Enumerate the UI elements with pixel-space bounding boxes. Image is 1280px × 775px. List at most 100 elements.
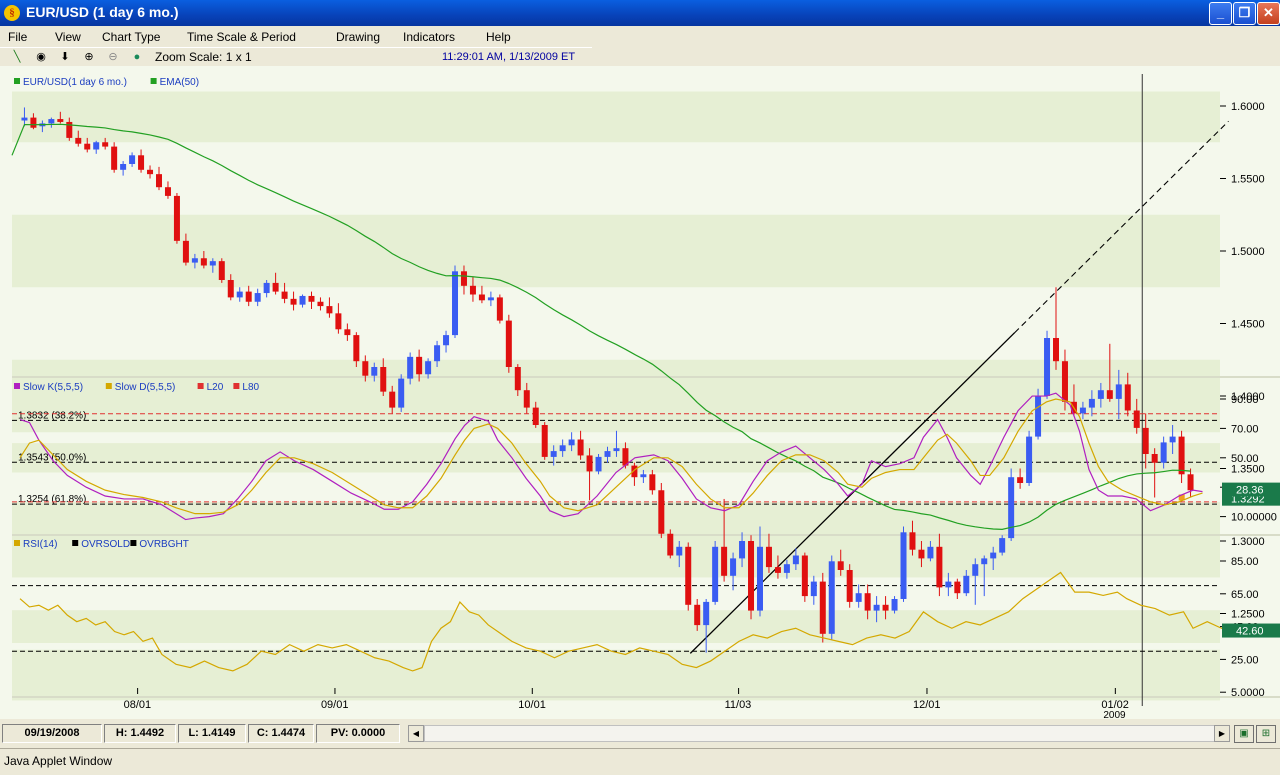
menu-file[interactable]: File [8,30,27,44]
zoom-in-icon[interactable]: ⊕ [82,50,96,64]
bull-candle [945,581,952,588]
bear-candle [281,291,288,299]
bear-candle [335,313,342,330]
menu-indicators[interactable]: Indicators [403,30,455,44]
stoch-legend-item: Slow D(5,5,5) [115,382,176,393]
stoch-axis-label: 10.00000 [1231,512,1277,524]
bear-candle [182,240,189,263]
bear-candle [909,532,916,550]
status-pv: PV: 0.0000 [316,724,400,743]
bull-candle [1079,407,1086,414]
bear-candle [245,291,252,302]
menu-time-scale[interactable]: Time Scale & Period [187,30,296,44]
bear-candle [1124,384,1131,411]
crosshair-icon[interactable]: ◉ [34,50,48,64]
bear-candle [1187,474,1194,491]
price-legend-item: EUR/USD(1 day 6 mo.) [23,77,127,88]
bear-candle [496,297,503,321]
bear-candle [218,261,225,280]
price-axis-label: 1.4500 [1231,319,1265,331]
window-tile-icon[interactable]: ▣ [1234,725,1254,743]
bear-candle [1061,361,1068,402]
scroll-left-button[interactable]: ◀ [408,725,424,742]
x-axis-label: 09/01 [321,699,349,711]
x-axis-label: 08/01 [124,699,152,711]
timestamp: 11:29:01 AM, 1/13/2009 ET [442,51,576,63]
bull-candle [299,295,306,305]
legend-swatch [130,540,137,546]
stoch-axis-label: 90.00 [1231,394,1259,406]
menu-help[interactable]: Help [486,30,511,44]
maximize-button[interactable]: ❐ [1233,2,1256,25]
bear-candle [200,258,207,266]
stoch-axis-label: 50.00 [1231,453,1259,465]
scroll-right-button[interactable]: ▶ [1214,725,1230,742]
menu-view[interactable]: View [55,30,81,44]
line-draw-icon[interactable]: ╲ [10,50,24,64]
rsi-axis-label: 85.00 [1231,556,1259,568]
rsi-band [12,544,1220,578]
menu-chart-type[interactable]: Chart Type [102,30,160,44]
menu-bar: File View Chart Type Time Scale & Period… [0,26,592,47]
close-button[interactable]: ✕ [1257,2,1280,25]
bull-candle [559,445,566,452]
bull-candle [900,532,907,599]
legend-swatch [233,383,240,389]
chart-svg[interactable]: 1.3832 (38.2%)1.3543 (50.0%)1.3254 (61.8… [0,66,1280,721]
status-date: 09/19/2008 [2,724,102,743]
applet-footer: Java Applet Window [0,748,1280,775]
bear-candle [649,474,656,491]
menu-drawing[interactable]: Drawing [336,30,380,44]
minimize-button[interactable]: _ [1209,2,1232,25]
bear-candle [541,425,548,457]
bull-candle [963,575,970,594]
bear-candle [694,604,701,626]
bull-candle [407,356,414,379]
bull-candle [487,297,494,301]
bear-candle [658,490,665,534]
bear-candle [577,439,584,456]
title-bar: § EUR/USD (1 day 6 mo.) _ ❐ ✕ [0,0,1280,26]
bull-candle [209,261,216,266]
bear-candle [774,567,781,573]
bear-candle [164,187,171,196]
globe-icon[interactable]: ● [130,50,144,64]
window-title: EUR/USD (1 day 6 mo.) [26,4,179,20]
bull-candle [1160,442,1167,463]
bear-candle [765,546,772,568]
bear-candle [290,298,297,305]
bear-candle [667,533,674,556]
bear-candle [326,306,333,314]
arrow-down-icon[interactable]: ⬇ [58,50,72,64]
bear-candle [380,367,387,392]
bull-candle [999,538,1006,553]
bull-candle [1169,436,1176,443]
bull-candle [550,451,557,457]
price-axis-label: 1.5500 [1231,174,1265,186]
bull-candle [810,581,817,597]
bull-candle [1026,436,1033,483]
bull-candle [129,155,136,164]
price-axis-label: 1.3000 [1231,536,1265,548]
bear-candle [308,295,315,302]
bear-candle [936,546,943,588]
applet-window-label: Java Applet Window [4,754,113,768]
toolbar: ╲ ◉ ⬇ ⊕ ⊖ ● Zoom Scale: 1 x 1 11:29:01 A… [0,47,592,67]
bull-candle [990,552,997,559]
bear-candle [954,581,961,594]
bull-candle [1008,477,1015,539]
chart-area[interactable]: 1.3832 (38.2%) 1.3543 (50.0%) 1.3254 (61.8… [0,66,1280,721]
window-float-icon[interactable]: ⊞ [1256,725,1276,743]
zoom-out-icon[interactable]: ⊖ [106,50,120,64]
x-axis-label: 10/01 [518,699,546,711]
bear-candle [1142,427,1149,454]
bull-candle [792,555,799,565]
bear-candle [460,271,467,286]
bull-candle [927,546,934,559]
bull-candle [972,564,979,576]
bear-candle [227,280,234,298]
bear-candle [1133,410,1140,428]
price-axis-label: 1.2500 [1231,609,1265,621]
time-scrollbar[interactable] [424,725,1216,742]
bear-candle [344,329,351,336]
